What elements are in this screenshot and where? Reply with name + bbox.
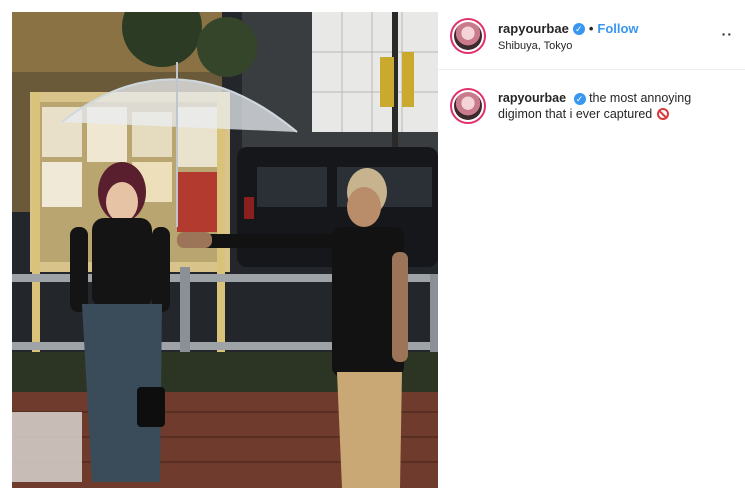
avatar-image — [454, 92, 482, 120]
caption: rapyourbae ✓ the most annoying digimon t… — [498, 90, 728, 122]
post-header: rapyourbae ✓ • Follow Shibuya, Tokyo ·· — [438, 12, 745, 70]
caption-avatar[interactable] — [450, 88, 486, 124]
separator-dot: • — [588, 21, 594, 36]
post-photo[interactable] — [12, 12, 438, 488]
header-user-line: rapyourbae ✓ • Follow — [498, 21, 639, 36]
verified-badge-icon: ✓ — [572, 22, 585, 35]
instagram-post: rapyourbae ✓ • Follow Shibuya, Tokyo ·· … — [0, 0, 745, 489]
location-link[interactable]: Shibuya, Tokyo — [498, 40, 572, 52]
verified-badge-icon: ✓ — [573, 93, 586, 105]
avatar-image — [454, 22, 482, 50]
avatar[interactable] — [450, 18, 486, 54]
no-entry-icon — [656, 108, 669, 120]
header-username[interactable]: rapyourbae — [498, 21, 569, 36]
more-options-icon[interactable]: ·· — [722, 26, 733, 42]
caption-username[interactable]: rapyourbae — [498, 91, 566, 105]
follow-button[interactable]: Follow — [597, 21, 638, 36]
photo-illustration — [12, 12, 438, 488]
post-sidebar: rapyourbae ✓ • Follow Shibuya, Tokyo ·· … — [438, 12, 745, 488]
